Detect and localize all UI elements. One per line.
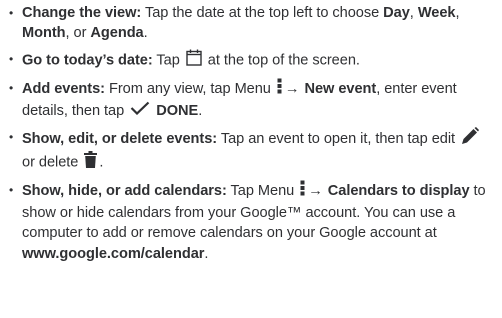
instructions-document: • Change the view: Tap the date at the t… <box>0 0 502 318</box>
bullet: • <box>9 129 14 144</box>
calendars-to-display-label: Calendars to display <box>327 183 470 200</box>
view-month-label: Month <box>22 25 66 42</box>
item-text: Tap <box>152 52 184 69</box>
item-title: Show, hide, or add calendars: <box>22 183 227 200</box>
item-text: Tap the date at the top left to choose <box>141 5 384 21</box>
menu-dots-icon <box>277 78 282 100</box>
item-title: Go to today’s date: <box>22 52 153 69</box>
pencil-icon <box>461 126 480 151</box>
calendar-url: www.google.com/calendar <box>22 245 205 262</box>
calendar-today-icon <box>186 49 202 72</box>
bullet: • <box>9 6 14 20</box>
list-item-today: • Go to today’s date: Tap at the top of … <box>9 49 496 72</box>
arrow-glyph: → <box>284 81 300 98</box>
period: . <box>143 25 148 42</box>
list-item-change-view: • Change the view: Tap the date at the t… <box>9 3 496 44</box>
period: . <box>99 154 104 171</box>
view-day-label: Day <box>383 5 410 21</box>
item-title: Show, edit, or delete events: <box>22 130 218 147</box>
period: . <box>198 102 203 119</box>
checkmark-icon <box>130 101 150 121</box>
item-title: Add events: <box>22 81 105 98</box>
item-text: or delete <box>22 154 83 171</box>
separator: , <box>409 5 418 21</box>
item-text: From any view, tap Menu <box>104 81 275 98</box>
list-item-add-events: • Add events: From any view, tap Menu → … <box>9 78 496 121</box>
separator: , <box>455 5 460 21</box>
bullet: • <box>9 81 14 96</box>
view-agenda-label: Agenda <box>90 25 144 42</box>
menu-dots-icon <box>300 180 305 202</box>
done-label: DONE <box>156 102 199 119</box>
list-item-calendars: • Show, hide, or add calendars: Tap Menu… <box>9 180 496 264</box>
separator: , or <box>65 25 91 42</box>
item-text: at the top of the screen. <box>203 52 360 69</box>
bullet: • <box>9 183 14 198</box>
view-week-label: Week <box>417 5 456 21</box>
bullet-list: • Change the view: Tap the date at the t… <box>9 3 496 264</box>
bullet: • <box>9 52 14 67</box>
list-item-edit-events: • Show, edit, or delete events: Tap an e… <box>9 126 496 175</box>
period: . <box>204 245 209 262</box>
new-event-label: New event <box>304 81 377 98</box>
item-text: Tap Menu <box>226 183 299 200</box>
item-title: Change the view: <box>22 5 142 21</box>
item-text: Tap an event to open it, then tap edit <box>217 130 460 147</box>
trash-icon <box>84 151 98 174</box>
arrow-glyph: → <box>308 183 323 200</box>
